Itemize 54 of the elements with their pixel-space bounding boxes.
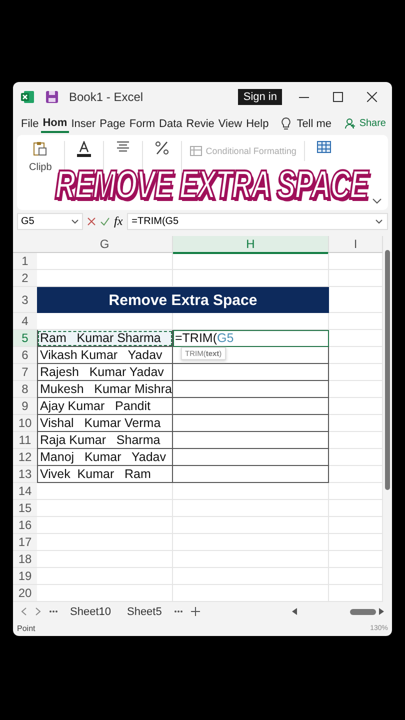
column-header[interactable]: G — [37, 236, 173, 254]
table-cell: Ajay Kumar Pandit — [37, 398, 173, 416]
row-header[interactable]: 8 — [13, 381, 37, 398]
row-header[interactable]: 14 — [13, 483, 37, 500]
ribbon-tab[interactable]: Help — [244, 116, 271, 132]
ribbon-tab[interactable]: Form — [127, 116, 158, 132]
name-box[interactable]: G5 — [17, 213, 83, 230]
tell-me-label[interactable]: Tell me — [296, 118, 332, 130]
clipboard-label: Clipb — [29, 162, 52, 173]
table-cell: Raja Kumar Sharma — [37, 432, 173, 450]
video-caption: REMOVE EXTRA SPACE — [51, 160, 372, 209]
row-header[interactable]: 18 — [13, 551, 37, 568]
sheet-tab[interactable]: Sheet5 — [122, 606, 166, 618]
row-header[interactable]: 11 — [13, 432, 37, 450]
ribbon-tab[interactable]: Hom — [40, 114, 70, 133]
table-cell: Vivek Kumar Ram — [37, 466, 173, 484]
row-header[interactable]: 2 — [13, 270, 37, 288]
sign-in-button[interactable]: Sign in — [238, 89, 282, 106]
row-header[interactable]: 16 — [13, 517, 37, 534]
row-header[interactable]: 9 — [13, 398, 37, 416]
row-header[interactable]: 7 — [13, 364, 37, 382]
table-title: Remove Extra Space — [37, 287, 329, 314]
ribbon-tab[interactable]: Revie — [184, 116, 216, 132]
row-header[interactable]: 12 — [13, 449, 37, 466]
row-header[interactable]: 10 — [13, 415, 37, 432]
share-button[interactable]: Share — [345, 118, 386, 130]
ribbon-tab[interactable]: Data — [157, 116, 184, 132]
status-mode: Point — [17, 624, 36, 634]
ribbon-tab[interactable]: View — [216, 116, 244, 132]
ribbon-tab[interactable]: Inser — [69, 116, 98, 132]
table-cell: Vishal Kumar Verma — [37, 415, 173, 432]
ribbon-tab[interactable]: File — [19, 116, 41, 132]
table-cell: Rajesh Kumar Yadav — [37, 364, 173, 382]
table-cell: Manoj Kumar Yadav — [37, 449, 173, 466]
row-header[interactable]: 1 — [13, 253, 37, 270]
row-header[interactable]: 13 — [13, 466, 37, 484]
row-header[interactable]: 4 — [13, 313, 37, 330]
column-header[interactable]: H — [173, 236, 329, 254]
table-cell: Mukesh Kumar Mishra — [37, 381, 173, 398]
row-header[interactable]: 19 — [13, 568, 37, 586]
table-cell: Ram Kumar Sharma — [37, 330, 173, 348]
column-header[interactable]: I — [329, 236, 383, 254]
window-title: Book1 - Excel — [69, 90, 144, 104]
row-header[interactable]: 6 — [13, 347, 37, 364]
row-header[interactable]: 5 — [13, 330, 37, 348]
row-header[interactable]: 17 — [13, 534, 37, 552]
sheet-tab[interactable]: Sheet10 — [66, 606, 115, 618]
row-header[interactable]: 3 — [13, 287, 37, 314]
row-header[interactable]: 15 — [13, 500, 37, 518]
insert-function-button[interactable]: fx — [114, 214, 123, 230]
table-cell: Vikash Kumar Yadav — [37, 347, 173, 364]
row-header[interactable]: 20 — [13, 585, 37, 602]
ribbon-tab[interactable]: Page — [98, 116, 128, 132]
formula-field[interactable]: =TRIM(G5 — [126, 213, 388, 230]
